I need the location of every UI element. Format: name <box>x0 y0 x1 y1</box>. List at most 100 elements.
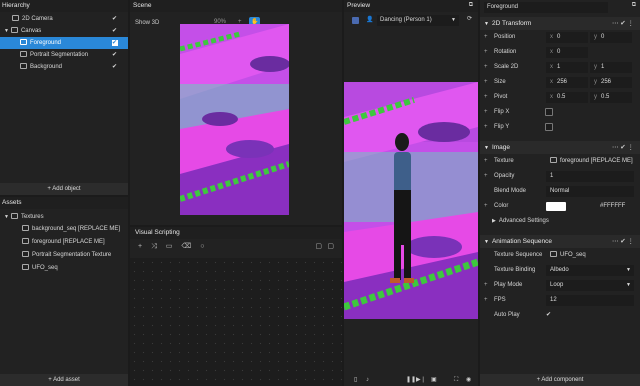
device-icon[interactable] <box>352 17 359 24</box>
popout-icon[interactable]: ⧉ <box>469 2 473 9</box>
asset-label: foreground [REPLACE ME] <box>32 239 105 245</box>
chevron-down-icon[interactable]: ▼ <box>4 28 9 34</box>
position-x-field[interactable]: x0 <box>546 32 588 43</box>
add-node-icon[interactable]: + <box>138 243 142 250</box>
flip-y-row: + Flip Y <box>480 120 640 135</box>
add-asset-button[interactable]: + Add asset <box>0 374 128 386</box>
preview-viewport[interactable] <box>344 82 478 319</box>
visibility-check-icon[interactable]: ✔ <box>112 16 118 22</box>
add-keyframe-icon[interactable]: + <box>484 30 488 45</box>
show-3d-toggle[interactable]: Show 3D <box>135 20 159 26</box>
flip-y-checkbox[interactable] <box>545 123 553 131</box>
position-y-field[interactable]: y0 <box>590 32 632 43</box>
asset-item[interactable]: Portrait Segmentation Texture <box>0 249 128 262</box>
hierarchy-item-portrait-segmentation[interactable]: Portrait Segmentation ✔ <box>0 49 128 61</box>
preview-video-dropdown[interactable]: Dancing (Person 1) ▼ <box>377 15 459 26</box>
section-controls[interactable]: ⋯ ✔ ⋮ <box>612 235 634 248</box>
axis-label: y <box>594 64 597 70</box>
field-value: 0 <box>557 49 561 55</box>
texture-icon <box>550 157 557 164</box>
skip-icon[interactable]: ▶❘ <box>416 374 426 386</box>
object-name-field[interactable]: Foreground <box>484 2 608 13</box>
visibility-check-icon[interactable]: ✔ <box>112 28 118 34</box>
opacity-field[interactable]: 1 <box>546 171 634 182</box>
camera-icon[interactable]: ◉ <box>466 374 471 386</box>
pivot-y-field[interactable]: y 0.5 <box>590 92 632 103</box>
person-icon[interactable]: 👤 <box>366 16 373 23</box>
phone-icon[interactable]: ▯ <box>354 374 357 386</box>
tiktok-icon[interactable]: ♪ <box>366 374 369 386</box>
add-keyframe-icon[interactable]: + <box>484 169 488 184</box>
section-controls[interactable]: ⋯ ✔ ⋮ <box>612 17 634 30</box>
add-keyframe-icon[interactable]: + <box>484 90 488 105</box>
pivot-x-field[interactable]: x 0.5 <box>546 92 588 103</box>
comment-icon[interactable]: ▭ <box>166 243 173 250</box>
color-swatch[interactable] <box>546 202 566 211</box>
auto-play-checkbox[interactable]: ✔ <box>546 308 551 323</box>
circle-icon[interactable]: ○ <box>200 243 204 250</box>
asset-label: background_seq [REPLACE ME] <box>32 226 121 232</box>
fullscreen-icon[interactable]: ⛶ <box>454 374 458 386</box>
field-value: 12 <box>550 297 557 303</box>
assets-folder-textures[interactable]: ▼ Textures <box>0 211 128 223</box>
play-mode-dropdown[interactable]: Loop ▼ <box>546 280 634 291</box>
asset-item[interactable]: foreground [REPLACE ME] <box>0 236 128 249</box>
refresh-icon[interactable]: ⟳ <box>467 15 472 22</box>
field-value: 256 <box>557 79 568 85</box>
object-name-value: Foreground <box>487 4 519 10</box>
prop-label: Blend Mode <box>494 188 527 194</box>
add-keyframe-icon[interactable]: + <box>484 199 488 214</box>
delete-icon[interactable]: ⌫ <box>181 243 191 250</box>
texture-binding-dropdown[interactable]: Albedo ▼ <box>546 265 634 276</box>
add-keyframe-icon[interactable]: + <box>484 293 488 308</box>
visibility-check-icon[interactable]: ✔ <box>112 64 118 70</box>
hierarchy-item-background[interactable]: Background ✔ <box>0 61 128 73</box>
size-x-field[interactable]: x 256 <box>546 77 588 88</box>
add-keyframe-icon[interactable]: + <box>484 45 488 60</box>
rotation-field[interactable]: x0 <box>546 47 588 58</box>
visibility-check-icon[interactable]: ✔ <box>112 52 118 58</box>
texture-sequence-field[interactable]: UFO_seq <box>546 250 634 261</box>
asset-item[interactable]: UFO_seq <box>0 262 128 275</box>
texture-field[interactable]: foreground [REPLACE ME] <box>546 156 634 167</box>
visibility-check-icon[interactable]: ✔ <box>112 40 118 46</box>
add-keyframe-icon[interactable]: + <box>484 105 488 120</box>
blend-mode-dropdown[interactable]: Normal <box>546 186 634 197</box>
fps-row: + FPS 12 <box>480 293 640 308</box>
visual-scripting-title: Visual Scripting <box>130 227 342 239</box>
flip-x-checkbox[interactable] <box>545 108 553 116</box>
field-value: 1 <box>601 64 605 70</box>
field-value: UFO_seq <box>560 252 586 258</box>
add-component-button[interactable]: + Add component <box>480 374 640 386</box>
section-image[interactable]: ▼ Image ⋯ ✔ ⋮ <box>480 141 640 154</box>
section-animation-sequence[interactable]: ▼ Animation Sequence ⋯ ✔ ⋮ <box>480 235 640 248</box>
auto-play-row: Auto Play ✔ <box>480 308 640 323</box>
add-object-button[interactable]: + Add object <box>0 183 128 195</box>
fullscreen-icon[interactable]: ▢ <box>327 239 334 255</box>
hierarchy-item-foreground[interactable]: Foreground ✔ <box>0 37 128 49</box>
node-graph-canvas[interactable] <box>130 258 342 386</box>
scale-x-field[interactable]: x1 <box>546 62 588 73</box>
record-icon[interactable]: ▣ <box>431 374 437 386</box>
fit-view-icon[interactable]: ▢ <box>315 239 322 255</box>
hierarchy-item-canvas[interactable]: ▼ Canvas ✔ <box>0 25 128 37</box>
scene-viewport[interactable] <box>180 24 289 215</box>
add-keyframe-icon[interactable]: + <box>484 120 488 135</box>
popout-icon[interactable]: ⧉ <box>632 2 636 9</box>
chevron-down-icon[interactable]: ▼ <box>4 214 9 220</box>
scale-y-field[interactable]: y1 <box>590 62 632 73</box>
add-keyframe-icon[interactable]: + <box>484 60 488 75</box>
size-y-field[interactable]: y 256 <box>590 77 632 88</box>
color-hex-field[interactable]: #FFFFFF <box>596 201 634 212</box>
hierarchy-item-2d-camera[interactable]: 2D Camera ✔ <box>0 13 128 25</box>
add-keyframe-icon[interactable]: + <box>484 278 488 293</box>
graph-icon[interactable]: ⤨ <box>151 243 157 250</box>
asset-item[interactable]: background_seq [REPLACE ME] <box>0 223 128 236</box>
fps-field[interactable]: 12 <box>546 295 634 306</box>
pause-icon[interactable]: ❚❚ <box>406 374 416 386</box>
add-keyframe-icon[interactable]: + <box>484 75 488 90</box>
section-controls[interactable]: ⋯ ✔ ⋮ <box>612 141 634 154</box>
advanced-settings-row[interactable]: ▶ Advanced Settings <box>480 214 640 229</box>
section-2d-transform[interactable]: ▼ 2D Transform ⋯ ✔ ⋮ <box>480 17 640 30</box>
add-keyframe-icon[interactable]: + <box>484 154 488 169</box>
